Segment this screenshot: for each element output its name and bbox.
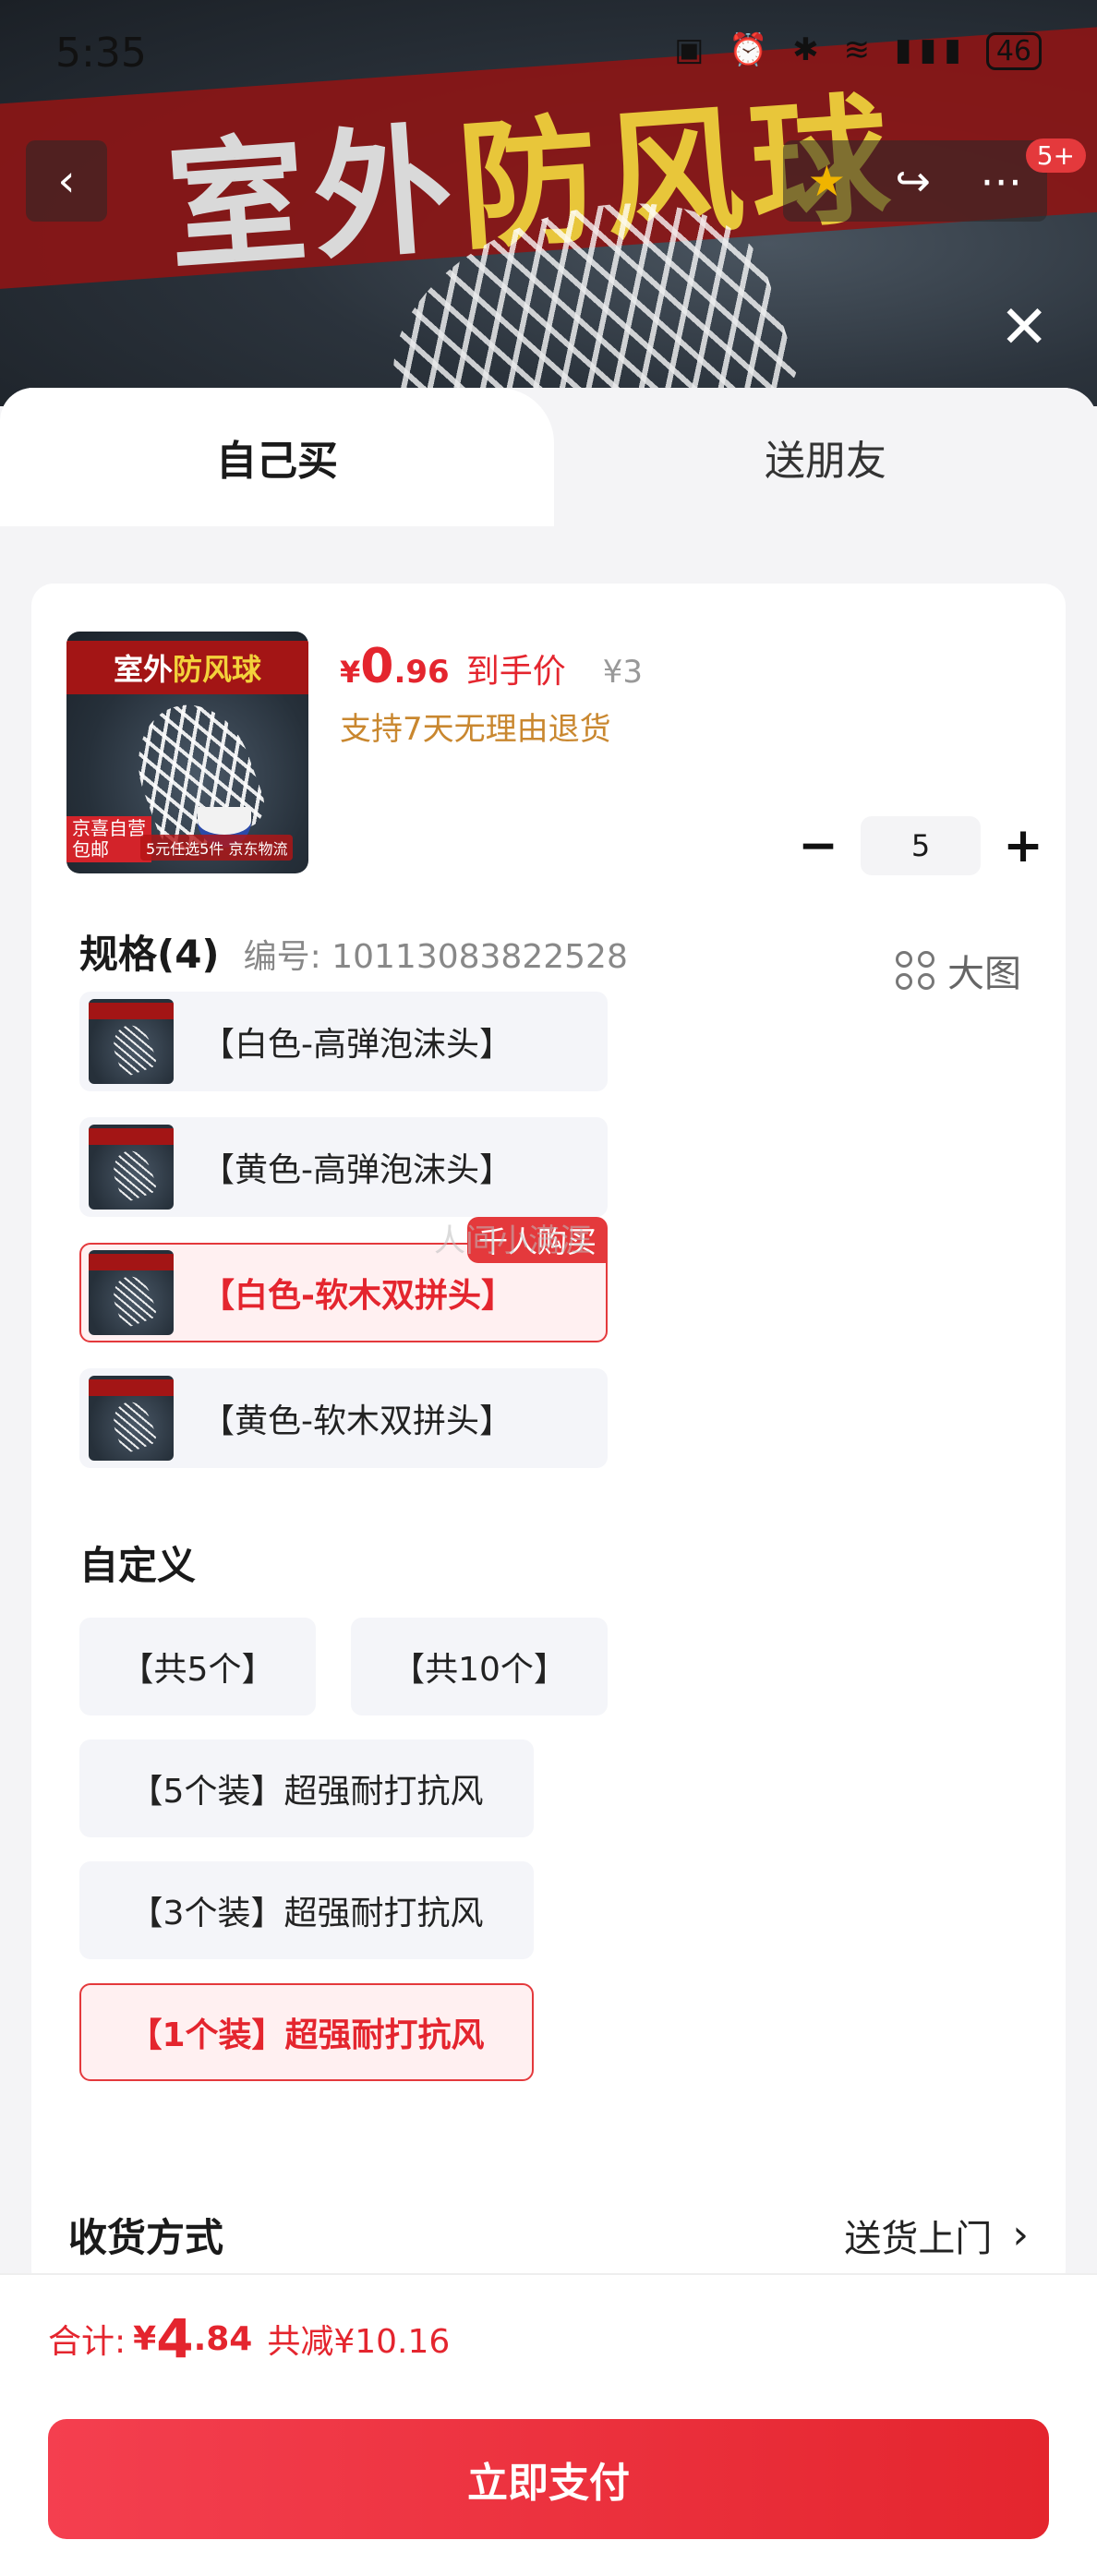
increase-button[interactable]: + — [994, 816, 1053, 875]
watermark: 人间小满涯 — [434, 1222, 591, 1259]
spec-header: 规格(4) 编号: 10113083822528 大图 — [79, 923, 1021, 997]
delivery-value: 送货上门 — [844, 2217, 993, 2260]
promo-footer: 5元任选5件 京东物流 — [140, 835, 294, 861]
status-bar: 5:35 ▣ ⏰ ✱ ≋ ▮▮▮ 46 — [0, 0, 1097, 102]
order-summary: 合计: ¥ 4 .84 共减¥10.16 — [0, 2273, 1097, 2402]
pay-now-button[interactable]: 立即支付 — [48, 2419, 1049, 2539]
self-operated-tag: 京喜自营 包邮 — [66, 816, 151, 862]
product-options-card: 室外防风球 京喜自营 包邮 5元任选5件 京东物流 ¥ 0 .96 到手价 ¥3… — [31, 584, 1066, 2292]
spec-option[interactable]: 【黄色-软木双拼头】 — [79, 1368, 608, 1468]
spec-option-label: 【黄色-软木双拼头】 — [201, 1402, 512, 1440]
purchase-sheet: 自己买 送朋友 室外防风球 京喜自营 包邮 5元任选5件 京东物流 ¥ 0 .9… — [0, 388, 1097, 2576]
spec-title: 规格(4) — [79, 932, 220, 977]
price-symbol: ¥ — [340, 655, 361, 690]
status-time: 5:35 — [55, 30, 147, 77]
product-thumbnail: 室外防风球 京喜自营 包邮 5元任选5件 京东物流 — [66, 632, 308, 873]
delivery-row[interactable]: 收货方式 送货上门 › — [68, 2207, 1029, 2263]
spec-thumbnail — [89, 999, 174, 1084]
price-decimal: .96 — [393, 654, 450, 691]
back-icon: ‹ — [57, 155, 76, 207]
total-label: 合计: — [48, 2323, 127, 2361]
spec-thumbnail — [89, 1250, 174, 1335]
nav-action-group: ★ ↪ ⋯ — [783, 140, 1047, 222]
big-image-label: 大图 — [947, 953, 1021, 995]
purchase-tabs: 自己买 送朋友 — [0, 388, 1097, 526]
tab-gift-friend[interactable]: 送朋友 — [554, 388, 1097, 526]
close-icon[interactable]: ✕ — [999, 294, 1049, 362]
delivery-title: 收货方式 — [68, 2215, 224, 2260]
return-policy: 支持7天无理由退货 — [340, 711, 611, 748]
spec-thumbnail — [89, 1376, 174, 1461]
chevron-right-icon: › — [1012, 2211, 1029, 2258]
custom-option-selected[interactable]: 【1个装】超强耐打抗风 — [79, 1983, 534, 2081]
original-price: ¥3 — [602, 654, 643, 691]
custom-option[interactable]: 【3个装】超强耐打抗风 — [79, 1861, 534, 1959]
custom-title: 自定义 — [79, 1543, 197, 1588]
price-label: 到手价 — [465, 653, 566, 691]
more-icon[interactable]: ⋯ — [980, 156, 1022, 206]
tab-self-buy[interactable]: 自己买 — [0, 388, 554, 526]
price-row: ¥ 0 .96 到手价 ¥3 — [340, 639, 643, 694]
price-integer: 0 — [360, 639, 394, 694]
thumbnail-title: 室外防风球 — [66, 641, 308, 694]
share-icon[interactable]: ↪ — [895, 156, 931, 206]
battery-icon: 46 — [985, 32, 1042, 70]
spec-option[interactable]: 【白色-高弹泡沫头】 — [79, 992, 608, 1091]
spec-option[interactable]: 【黄色-高弹泡沫头】 — [79, 1117, 608, 1217]
total-symbol: ¥ — [133, 2319, 157, 2358]
total-discount: 共减¥10.16 — [267, 2323, 451, 2361]
spec-thumbnail — [89, 1125, 174, 1210]
custom-option[interactable]: 【5个装】超强耐打抗风 — [79, 1739, 534, 1837]
total-integer: 4 — [156, 2307, 194, 2370]
spec-option-label: 【白色-高弹泡沫头】 — [201, 1026, 512, 1064]
grid-icon — [896, 951, 934, 990]
bottom-bar: 立即支付 — [0, 2402, 1097, 2576]
decrease-button[interactable]: − — [789, 816, 848, 875]
quantity-stepper: − 5 + — [789, 816, 1053, 875]
custom-option[interactable]: 【共10个】 — [351, 1618, 608, 1715]
star-icon[interactable]: ★ — [808, 156, 846, 206]
message-badge: 5+ — [1025, 138, 1086, 173]
custom-option[interactable]: 【共5个】 — [79, 1618, 316, 1715]
back-button[interactable]: ‹ — [26, 140, 107, 222]
total-decimal: .84 — [193, 2319, 253, 2358]
status-icons: ▣ ⏰ ✱ ≋ ▮▮▮ 46 — [674, 31, 1042, 70]
product-code: 编号: 10113083822528 — [243, 938, 628, 976]
big-image-toggle[interactable]: 大图 — [896, 944, 1021, 997]
quantity-field[interactable]: 5 — [861, 816, 981, 875]
spec-option-label: 【白色-软木双拼头】 — [201, 1277, 514, 1315]
spec-option-label: 【黄色-高弹泡沫头】 — [201, 1151, 512, 1189]
